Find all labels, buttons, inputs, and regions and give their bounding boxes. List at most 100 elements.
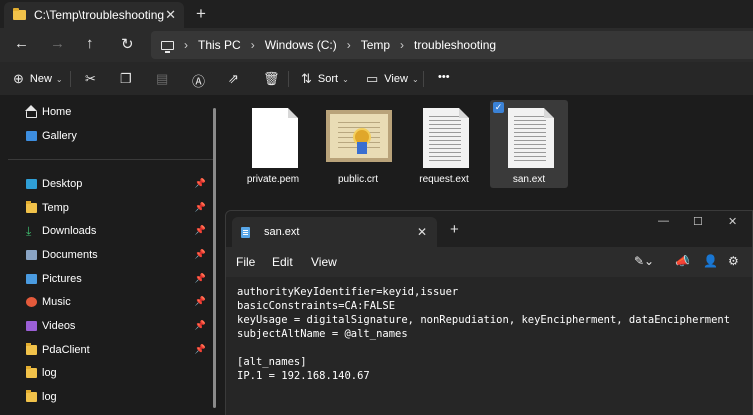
command-bar: ⊕ New ⌄ ✂ ❐ ▤ Ⓐ ⇗ 🗑 ⇅ Sort ⌄ ▭ View ⌄ ••…	[0, 62, 753, 96]
delete-button[interactable]: 🗑	[263, 71, 286, 87]
breadcrumb-temp[interactable]: Temp	[361, 38, 390, 52]
file-item-request-ext[interactable]: request.ext	[405, 100, 483, 188]
sidebar-item-gallery[interactable]: Gallery	[0, 125, 212, 147]
home-icon	[25, 104, 37, 118]
documents-icon	[26, 250, 37, 260]
folder-icon	[26, 343, 37, 355]
desktop-icon	[26, 179, 37, 189]
pin-icon[interactable]: 📌	[195, 296, 206, 307]
notepad-text-area[interactable]: authorityKeyIdentifier=keyid,issuer basi…	[226, 277, 752, 415]
text-line: authorityKeyIdentifier=keyid,issuer	[237, 286, 459, 298]
sidebar-item-label: Desktop	[42, 178, 83, 190]
pin-icon[interactable]: 📌	[195, 320, 206, 331]
sort-label: Sort	[317, 73, 339, 85]
breadcrumb-separator[interactable]: ›	[400, 38, 404, 52]
sort-button[interactable]: ⇅ Sort ⌄	[301, 71, 349, 87]
file-item-san-ext[interactable]: ✓ san.ext	[490, 100, 568, 188]
sidebar-item-log[interactable]: log	[0, 362, 212, 384]
close-window-button[interactable]: ✕	[728, 215, 737, 228]
rename-icon: Ⓐ	[192, 74, 206, 89]
feedback-icon[interactable]: 📣	[675, 254, 690, 268]
new-tab-button[interactable]: +	[196, 4, 206, 24]
pin-icon[interactable]: 📌	[195, 225, 206, 236]
text-line: basicConstraints=CA:FALSE	[237, 300, 396, 312]
chevron-down-icon: ⌄	[55, 74, 63, 84]
refresh-button[interactable]: ↻	[121, 35, 134, 53]
menu-edit[interactable]: Edit	[272, 255, 293, 269]
sidebar-item-videos[interactable]: Videos 📌	[0, 315, 212, 337]
file-item-public-crt[interactable]: public.crt	[319, 100, 397, 188]
back-button[interactable]: ←	[14, 35, 29, 52]
new-button[interactable]: ⊕ New ⌄	[13, 71, 63, 87]
breadcrumb-troubleshooting[interactable]: troubleshooting	[414, 38, 496, 52]
sidebar-item-home[interactable]: Home	[0, 101, 212, 123]
sidebar-item-desktop[interactable]: Desktop 📌	[0, 173, 212, 195]
sidebar-item-music[interactable]: Music 📌	[0, 291, 212, 313]
sidebar-item-documents[interactable]: Documents 📌	[0, 244, 212, 266]
blank-file-icon	[252, 108, 298, 168]
sidebar-item-downloads[interactable]: ⤓ Downloads 📌	[0, 220, 212, 242]
share-button[interactable]: ⇗	[228, 71, 245, 87]
command-divider	[288, 71, 289, 87]
plus-icon: ⊕	[13, 71, 24, 86]
view-icon: ▭	[366, 71, 379, 86]
up-button[interactable]: ↑	[86, 35, 94, 52]
sidebar-item-log[interactable]: log	[0, 386, 212, 408]
copy-button[interactable]: ❐	[120, 71, 138, 87]
file-item-private-pem[interactable]: private.pem	[234, 100, 312, 188]
sort-icon: ⇅	[301, 71, 312, 86]
settings-gear-icon[interactable]: ⚙	[728, 254, 739, 268]
sidebar-item-pictures[interactable]: Pictures 📌	[0, 268, 212, 290]
pin-icon[interactable]: 📌	[195, 178, 206, 189]
close-tab-icon[interactable]: ✕	[417, 225, 427, 239]
breadcrumb-this-pc[interactable]: This PC	[198, 38, 241, 52]
pin-icon[interactable]: 📌	[195, 273, 206, 284]
folder-icon	[26, 366, 37, 378]
navigation-bar: ← → ↑ ↻ › This PC › Windows (C:) › Temp …	[0, 28, 753, 62]
copilot-icon[interactable]: ✎⌄	[634, 254, 654, 268]
command-divider	[423, 71, 424, 87]
breadcrumb-separator: ›	[184, 38, 188, 52]
text-file-icon	[508, 108, 554, 168]
text-line: [alt_names]	[237, 356, 307, 368]
cut-button[interactable]: ✂	[85, 71, 102, 87]
selection-checkbox[interactable]: ✓	[493, 102, 504, 113]
breadcrumb-separator[interactable]: ›	[251, 38, 255, 52]
file-name: public.crt	[337, 174, 378, 185]
notepad-icon	[241, 226, 250, 238]
more-options-button[interactable]: •••	[438, 71, 450, 83]
notepad-tab[interactable]: san.ext ✕	[232, 217, 437, 247]
breadcrumb-separator[interactable]: ›	[347, 38, 351, 52]
pin-icon[interactable]: 📌	[195, 344, 206, 355]
minimize-button[interactable]: —	[658, 215, 669, 227]
account-icon[interactable]: 👤	[703, 254, 718, 268]
text-line: subjectAltName = @alt_names	[237, 328, 408, 340]
view-button[interactable]: ▭ View ⌄	[366, 71, 419, 87]
chevron-down-icon: ⌄	[411, 74, 419, 84]
sidebar-scrollbar[interactable]	[213, 108, 216, 408]
folder-icon	[13, 8, 26, 20]
sidebar-item-pdaclient[interactable]: PdaClient 📌	[0, 339, 212, 361]
new-tab-button[interactable]: +	[450, 221, 459, 238]
sidebar-item-temp[interactable]: Temp 📌	[0, 197, 212, 219]
maximize-button[interactable]: ☐	[693, 215, 703, 228]
music-icon	[26, 297, 37, 307]
certificate-ribbon-icon	[357, 142, 367, 154]
menu-view[interactable]: View	[311, 255, 337, 269]
explorer-tab[interactable]: C:\Temp\troubleshooting ✕	[4, 2, 184, 28]
text-line: keyUsage = digitalSignature, nonRepudiat…	[237, 314, 731, 326]
menu-file[interactable]: File	[236, 255, 255, 269]
paste-button[interactable]: ▤	[156, 71, 174, 87]
breadcrumb-windows-c[interactable]: Windows (C:)	[265, 38, 337, 52]
command-divider	[70, 71, 71, 87]
pin-icon[interactable]: 📌	[195, 249, 206, 260]
rename-button[interactable]: Ⓐ	[192, 71, 211, 90]
notepad-title-bar: san.ext ✕ + — ☐ ✕	[226, 211, 752, 247]
forward-button[interactable]: →	[50, 35, 65, 52]
close-tab-icon[interactable]: ✕	[165, 7, 176, 23]
sidebar-item-label: Home	[42, 106, 72, 118]
folder-icon	[26, 390, 37, 402]
navigation-pane: Home Gallery Desktop 📌 Temp 📌 ⤓ Download…	[0, 96, 222, 415]
address-bar[interactable]: › This PC › Windows (C:) › Temp › troubl…	[151, 31, 753, 59]
pin-icon[interactable]: 📌	[195, 202, 206, 213]
